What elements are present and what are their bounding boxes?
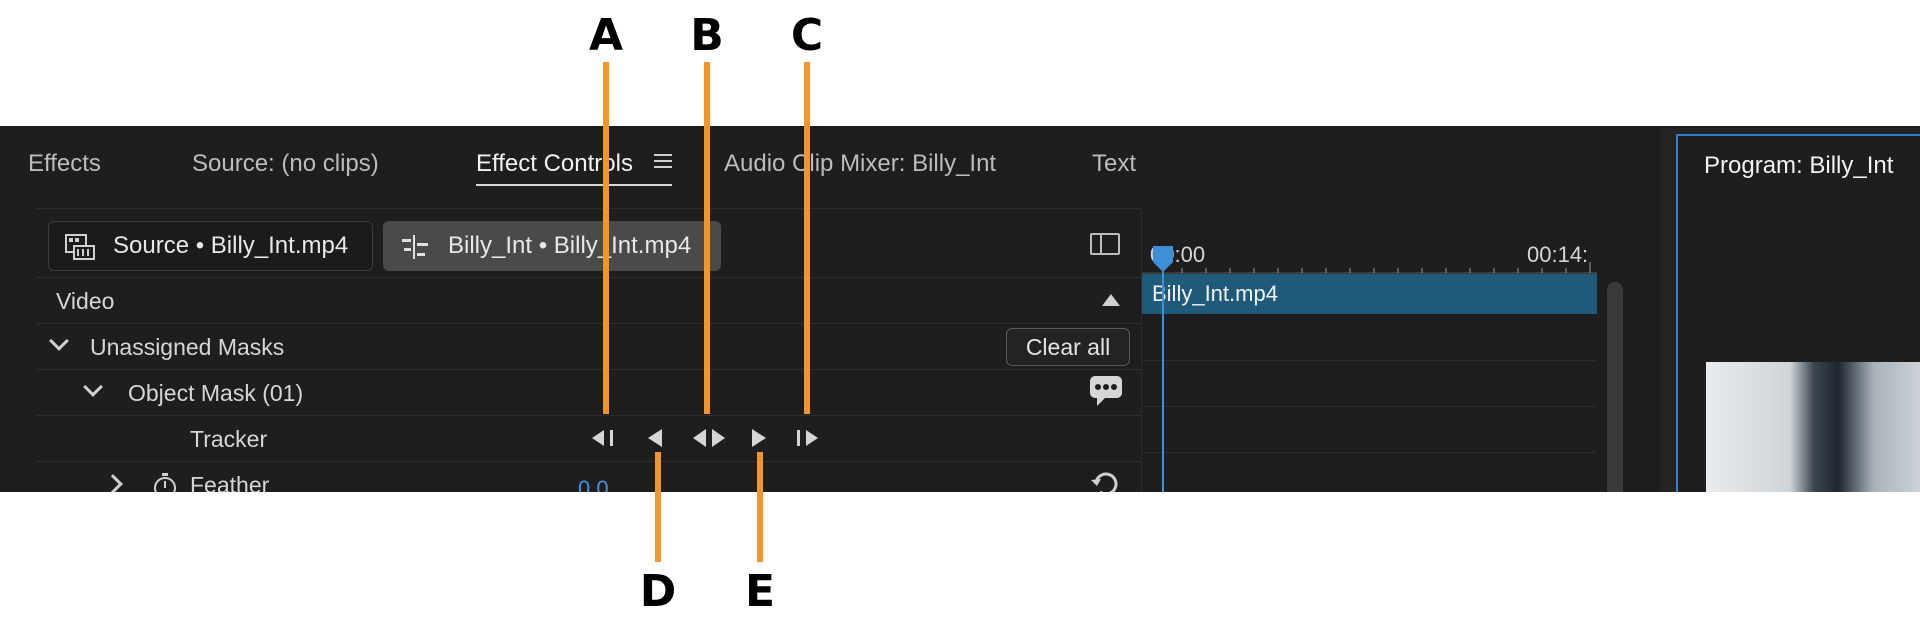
object-mask-label: Object Mask (01) [128,380,304,406]
playhead-line[interactable] [1162,250,1164,492]
timeline-row-divider [1142,452,1597,453]
callout-b: B [690,10,724,61]
sequence-clip-label: Billy_Int • Billy_Int.mp4 [448,232,692,259]
callout-line-e [757,452,763,562]
tracker-row: Tracker [36,415,1141,461]
chevron-down-icon[interactable] [83,377,103,397]
playhead-handle-icon[interactable] [1151,244,1175,274]
toggle-timeline-view-icon[interactable] [1090,233,1120,255]
effect-controls-timeline: 00:00 00:14: Billy_Int.mp4 [1141,208,1631,492]
callout-e: E [744,566,776,617]
sequence-icon [402,235,428,259]
tab-source[interactable]: Source: (no clips) [192,150,379,178]
chevron-right-icon[interactable] [103,474,123,492]
tab-audio-clip-mixer[interactable]: Audio Clip Mixer: Billy_Int [724,150,996,178]
timeline-clip-label: Billy_Int.mp4 [1152,281,1278,306]
tab-effects[interactable]: Effects [28,150,101,178]
track-to-start-icon[interactable] [588,424,620,452]
clip-film-icon [65,234,95,260]
track-both-directions-icon[interactable] [689,424,729,452]
track-back-one-frame-icon[interactable] [640,424,672,452]
speech-bubble-icon[interactable] [1089,375,1123,407]
effect-controls-content: Source • Billy_Int.mp4 Billy_Int • Billy… [36,208,1141,492]
tab-text[interactable]: Text [1092,150,1136,178]
program-monitor-title[interactable]: Program: Billy_Int [1704,152,1893,180]
track-forward-one-frame-icon[interactable] [742,424,774,452]
feather-label: Feather [190,472,270,492]
callout-d: D [639,566,677,617]
ruler-ticks [1142,262,1597,274]
unassigned-masks-label: Unassigned Masks [90,334,285,360]
object-mask-row[interactable]: Object Mask (01) [36,369,1141,415]
time-ruler[interactable]: 00:00 00:14: [1142,208,1597,276]
premiere-window: Effects Source: (no clips) Effect Contro… [0,126,1920,492]
panel-tab-bar: Effects Source: (no clips) Effect Contro… [0,128,1660,206]
tab-effect-controls[interactable]: Effect Controls [476,150,633,178]
callout-line-d [655,452,661,562]
callout-line-c [804,62,810,414]
unassigned-masks-row[interactable]: Unassigned Masks Clear all [36,323,1141,369]
feather-row: Feather 0.0 [36,461,1141,492]
timeline-row-divider [1142,360,1597,361]
callout-a: A [588,10,624,61]
callout-c: C [790,10,824,61]
callout-line-b [704,62,710,414]
clear-all-button[interactable]: Clear all [1006,328,1130,366]
source-clip-tab[interactable]: Source • Billy_Int.mp4 [48,221,373,271]
timeline-clip[interactable]: Billy_Int.mp4 [1142,274,1597,314]
program-video-frame [1706,362,1920,492]
video-header-row: Video [36,277,1141,323]
reset-parameter-icon[interactable] [1088,466,1124,492]
feather-value[interactable]: 0.0 [578,476,609,492]
video-header: Video [56,288,115,314]
tracker-label: Tracker [190,426,268,452]
panel-menu-icon[interactable] [654,154,672,168]
source-clip-label: Source • Billy_Int.mp4 [113,232,349,259]
timeline-row-divider [1142,406,1597,407]
active-tab-underline [476,184,672,186]
stopwatch-icon[interactable] [152,472,178,492]
collapse-triangle-icon[interactable] [1102,294,1120,306]
vertical-scrollbar[interactable] [1607,282,1623,492]
effect-controls-panel-group: Effects Source: (no clips) Effect Contro… [0,128,1660,492]
chevron-down-icon[interactable] [49,331,69,351]
track-to-end-icon[interactable] [790,424,822,452]
sequence-clip-tab[interactable]: Billy_Int • Billy_Int.mp4 [383,221,721,271]
program-monitor-panel: Program: Billy_Int [1676,134,1920,492]
callout-line-a [603,62,609,414]
